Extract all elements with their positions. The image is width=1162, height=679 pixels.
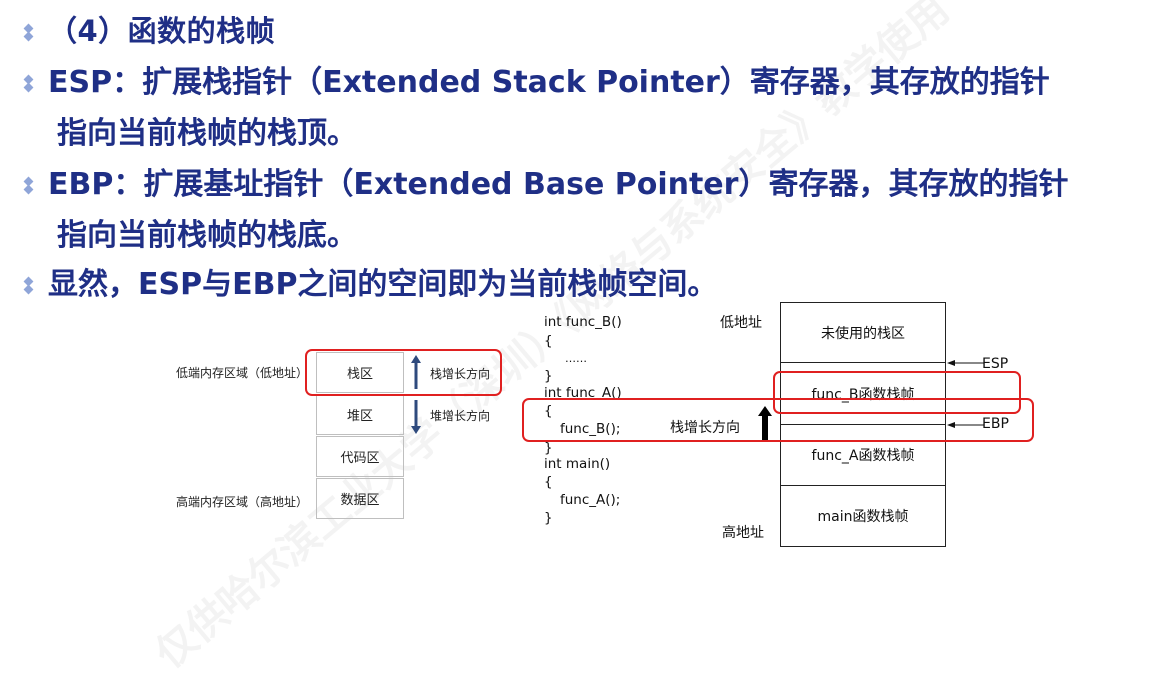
code-line: {	[544, 474, 553, 490]
diamond-bullet-icon	[22, 278, 36, 292]
code-line: func_A();	[560, 492, 621, 508]
code-line: int func_B()	[544, 314, 622, 330]
diamond-bullet-icon	[22, 76, 36, 90]
esp-arrow-icon	[947, 360, 984, 366]
stack-frame-unused: 未使用的栈区	[780, 302, 946, 363]
code-line: int main()	[544, 456, 611, 472]
low-memory-label: 低端内存区域（低地址）	[176, 366, 309, 380]
memory-region-heap: 堆区	[316, 394, 404, 435]
stack-region-highlight	[305, 349, 502, 396]
bullet-esp-line1: ESP：扩展栈指针（Extended Stack Pointer）寄存器，其存放…	[48, 65, 1050, 100]
code-line: }	[544, 510, 553, 526]
code-line: }	[544, 368, 553, 384]
bullet-ebp-line2: 指向当前栈帧的栈底。	[57, 218, 357, 253]
bullet-esp-line2: 指向当前栈帧的栈顶。	[57, 116, 357, 151]
memory-region-code: 代码区	[316, 436, 404, 477]
diamond-bullet-icon	[22, 178, 36, 192]
esp-label: ESP	[982, 356, 1009, 372]
bullet-ebp: EBP：扩展基址指针（Extended Base Pointer）寄存器，其存放…	[22, 159, 1068, 203]
code-line: }	[544, 440, 553, 456]
high-memory-label: 高端内存区域（高地址）	[176, 495, 309, 509]
stack-frame-main: main函数栈帧	[780, 486, 946, 547]
func-a-call-highlight	[522, 398, 1034, 442]
low-address-label: 低地址	[720, 315, 762, 331]
code-line: {	[544, 333, 553, 349]
bullet-frame-space: 显然，ESP与EBP之间的空间即为当前栈帧空间。	[22, 259, 717, 303]
memory-region-data: 数据区	[316, 478, 404, 519]
code-line: ……	[565, 352, 587, 365]
bullet-esp: ESP：扩展栈指针（Extended Stack Pointer）寄存器，其存放…	[22, 57, 1050, 101]
bullet-frame-space-text: 显然，ESP与EBP之间的空间即为当前栈帧空间。	[48, 267, 718, 302]
bullet-ebp-line1: EBP：扩展基址指针（Extended Base Pointer）寄存器，其存放…	[48, 167, 1069, 202]
high-address-label: 高地址	[722, 525, 764, 541]
section-heading: （4）函数的栈帧	[48, 14, 276, 48]
heap-growth-label: 堆增长方向	[430, 409, 491, 423]
diamond-bullet-icon	[22, 25, 36, 39]
section-heading-row: （4）函数的栈帧	[22, 8, 275, 50]
